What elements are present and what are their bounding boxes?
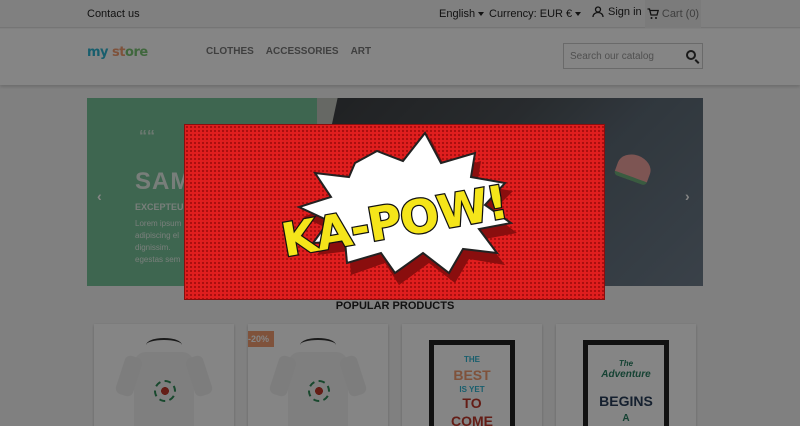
popup-banner[interactable]: KA-POW! <box>184 124 605 300</box>
comic-burst-graphic: KA-POW! <box>276 131 517 285</box>
